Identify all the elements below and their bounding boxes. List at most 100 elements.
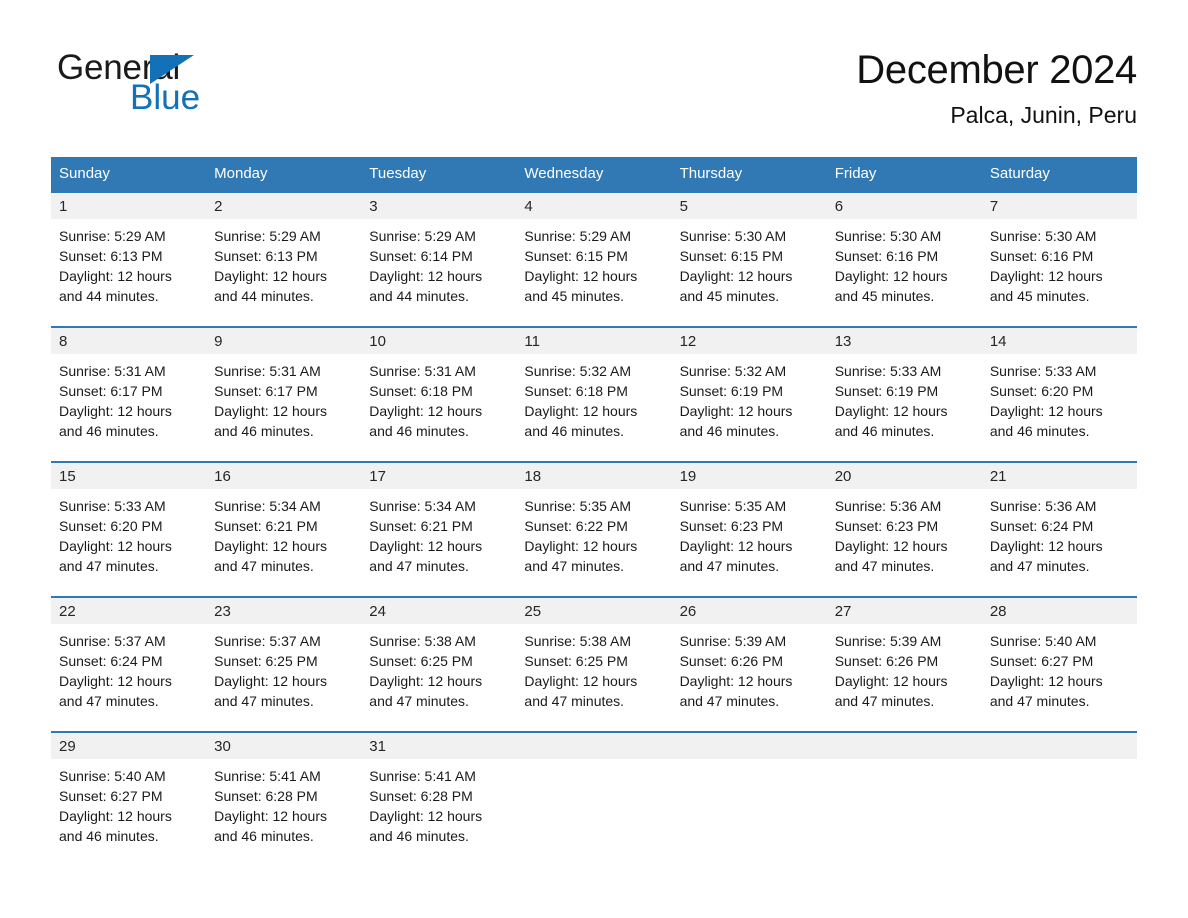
calendar-day-cell[interactable]: 28 Sunrise: 5:40 AM Sunset: 6:27 PM Dayligh…	[981, 596, 1137, 732]
calendar-day-cell[interactable]: 14 Sunrise: 5:33 AM Sunset: 6:20 PM Dayligh…	[981, 326, 1137, 462]
sunset-text: Sunset: 6:21 PM	[214, 518, 318, 534]
daylight-text-line1: Daylight: 12 hours	[834, 403, 948, 419]
calendar-day-cell[interactable]: 26 Sunrise: 5:39 AM Sunset: 6:26 PM Dayligh…	[671, 596, 827, 732]
calendar-day-cell[interactable]: 19 Sunrise: 5:35 AM Sunset: 6:23 PM Dayligh…	[671, 461, 827, 597]
day-details: Sunrise: 5:29 AM Sunset: 6:14 PM Daylight:…	[361, 219, 516, 306]
calendar-day-cell[interactable]: 1 Sunrise: 5:29 AM Sunset: 6:13 PM Daylight…	[51, 191, 207, 327]
daylight-text-line2: and 46 minutes.	[679, 423, 780, 439]
calendar-day-cell[interactable]: 5 Sunrise: 5:30 AM Sunset: 6:15 PM Daylight…	[671, 191, 827, 327]
day-number: 7	[981, 193, 1137, 219]
calendar-day-cell[interactable]: 25 Sunrise: 5:38 AM Sunset: 6:25 PM Dayligh…	[516, 596, 672, 732]
calendar-day-cell[interactable]: 4 Sunrise: 5:29 AM Sunset: 6:15 PM Daylight…	[516, 191, 672, 327]
sunrise-text: Sunrise: 5:33 AM	[989, 363, 1097, 379]
sunset-text: Sunset: 6:24 PM	[989, 518, 1094, 534]
day-details: Sunrise: 5:40 AM Sunset: 6:27 PM Daylight:…	[982, 624, 1137, 711]
calendar-day-cell[interactable]: 6 Sunrise: 5:30 AM Sunset: 6:16 PM Daylight…	[826, 191, 982, 327]
sunset-text: Sunset: 6:27 PM	[989, 653, 1094, 669]
calendar-day-cell[interactable]: 10 Sunrise: 5:31 AM Sunset: 6:18 PM Dayligh…	[361, 326, 517, 462]
day-details: Sunrise: 5:41 AM Sunset: 6:28 PM Daylight:…	[206, 759, 361, 846]
day-details: Sunrise: 5:29 AM Sunset: 6:15 PM Daylight:…	[516, 219, 671, 306]
calendar-day-cell[interactable]: 13 Sunrise: 5:33 AM Sunset: 6:19 PM Dayligh…	[826, 326, 982, 462]
sunset-text: Sunset: 6:18 PM	[369, 383, 473, 399]
sunset-text: Sunset: 6:14 PM	[369, 248, 473, 264]
calendar-day-cell[interactable]: 7 Sunrise: 5:30 AM Sunset: 6:16 PM Daylight…	[981, 191, 1137, 327]
calendar-day-cell[interactable]: 18 Sunrise: 5:35 AM Sunset: 6:22 PM Dayligh…	[516, 461, 672, 597]
daylight-text-line1: Daylight: 12 hours	[524, 673, 638, 689]
daylight-text-line1: Daylight: 12 hours	[679, 403, 793, 419]
daylight-text-line1: Daylight: 12 hours	[369, 538, 483, 554]
sunrise-text: Sunrise: 5:34 AM	[214, 498, 321, 514]
calendar-day-cell[interactable]: 30 Sunrise: 5:41 AM Sunset: 6:28 PM Dayligh…	[206, 731, 362, 867]
daylight-text-line2: and 46 minutes.	[59, 423, 159, 439]
sunset-text: Sunset: 6:22 PM	[524, 518, 628, 534]
daylight-text-line2: and 46 minutes.	[59, 828, 159, 844]
day-details: Sunrise: 5:33 AM Sunset: 6:20 PM Daylight:…	[51, 489, 206, 576]
daylight-text-line2: and 47 minutes.	[214, 558, 314, 574]
sunset-text: Sunset: 6:28 PM	[214, 788, 318, 804]
day-details: Sunrise: 5:36 AM Sunset: 6:24 PM Daylight:…	[982, 489, 1137, 576]
general-blue-logo[interactable]: General Blue	[57, 50, 317, 122]
day-number: 13	[826, 328, 982, 354]
day-number: 26	[671, 598, 827, 624]
day-details: Sunrise: 5:31 AM Sunset: 6:17 PM Daylight:…	[51, 354, 206, 441]
calendar-day-cell[interactable]: 31 Sunrise: 5:41 AM Sunset: 6:28 PM Dayligh…	[361, 731, 517, 867]
calendar-day-cell[interactable]: 15 Sunrise: 5:33 AM Sunset: 6:20 PM Dayligh…	[51, 461, 207, 597]
calendar-day-cell[interactable]: 11 Sunrise: 5:32 AM Sunset: 6:18 PM Dayligh…	[516, 326, 672, 462]
day-details: Sunrise: 5:41 AM Sunset: 6:28 PM Daylight:…	[361, 759, 516, 846]
daylight-text-line2: and 47 minutes.	[834, 558, 935, 574]
calendar-day-cell[interactable]: 17 Sunrise: 5:34 AM Sunset: 6:21 PM Dayligh…	[361, 461, 517, 597]
day-number	[981, 733, 1137, 759]
daylight-text-line2: and 47 minutes.	[989, 693, 1090, 709]
day-number: 15	[51, 463, 207, 489]
daylight-text-line2: and 46 minutes.	[369, 423, 469, 439]
daylight-text-line2: and 47 minutes.	[59, 693, 159, 709]
weekday-header-thursday: Thursday	[671, 157, 827, 192]
daylight-text-line2: and 44 minutes.	[369, 288, 469, 304]
calendar-day-cell[interactable]: 22 Sunrise: 5:37 AM Sunset: 6:24 PM Dayligh…	[51, 596, 207, 732]
calendar-week-row: 29 Sunrise: 5:40 AM Sunset: 6:27 PM Dayligh…	[51, 731, 1137, 867]
calendar-week-row: 1 Sunrise: 5:29 AM Sunset: 6:13 PM Daylight…	[51, 191, 1137, 327]
daylight-text-line1: Daylight: 12 hours	[679, 673, 793, 689]
calendar-day-cell[interactable]: 16 Sunrise: 5:34 AM Sunset: 6:21 PM Dayligh…	[206, 461, 362, 597]
day-number: 25	[516, 598, 672, 624]
sunrise-text: Sunrise: 5:35 AM	[679, 498, 787, 514]
day-number: 3	[361, 193, 517, 219]
sunset-text: Sunset: 6:16 PM	[834, 248, 939, 264]
sunrise-text: Sunrise: 5:29 AM	[369, 228, 476, 244]
daylight-text-line2: and 45 minutes.	[524, 288, 625, 304]
calendar-day-cell[interactable]: 3 Sunrise: 5:29 AM Sunset: 6:14 PM Daylight…	[361, 191, 517, 327]
page-header: General Blue December 2024 Palca, Junin,…	[0, 0, 1188, 128]
sunrise-text: Sunrise: 5:30 AM	[679, 228, 787, 244]
calendar-day-cell[interactable]: 12 Sunrise: 5:32 AM Sunset: 6:19 PM Dayligh…	[671, 326, 827, 462]
daylight-text-line2: and 47 minutes.	[679, 693, 780, 709]
day-number: 4	[516, 193, 672, 219]
calendar-day-cell[interactable]: 2 Sunrise: 5:29 AM Sunset: 6:13 PM Daylight…	[206, 191, 362, 327]
calendar-day-cell[interactable]: 23 Sunrise: 5:37 AM Sunset: 6:25 PM Dayligh…	[206, 596, 362, 732]
calendar-day-cell[interactable]: 20 Sunrise: 5:36 AM Sunset: 6:23 PM Dayligh…	[826, 461, 982, 597]
sunset-text: Sunset: 6:20 PM	[989, 383, 1094, 399]
day-number: 29	[51, 733, 207, 759]
calendar-day-cell[interactable]: 9 Sunrise: 5:31 AM Sunset: 6:17 PM Daylight…	[206, 326, 362, 462]
daylight-text-line1: Daylight: 12 hours	[679, 538, 793, 554]
calendar-day-cell[interactable]: 21 Sunrise: 5:36 AM Sunset: 6:24 PM Dayligh…	[981, 461, 1137, 597]
sunrise-text: Sunrise: 5:40 AM	[989, 633, 1097, 649]
calendar-week-row: 22 Sunrise: 5:37 AM Sunset: 6:24 PM Dayligh…	[51, 596, 1137, 732]
sunset-text: Sunset: 6:19 PM	[834, 383, 939, 399]
daylight-text-line1: Daylight: 12 hours	[59, 808, 172, 824]
sunset-text: Sunset: 6:26 PM	[679, 653, 784, 669]
day-details: Sunrise: 5:30 AM Sunset: 6:16 PM Daylight:…	[982, 219, 1137, 306]
sunrise-text: Sunrise: 5:41 AM	[214, 768, 321, 784]
daylight-text-line2: and 47 minutes.	[989, 558, 1090, 574]
calendar-day-cell[interactable]: 24 Sunrise: 5:38 AM Sunset: 6:25 PM Dayligh…	[361, 596, 517, 732]
calendar-day-cell[interactable]: 27 Sunrise: 5:39 AM Sunset: 6:26 PM Dayligh…	[826, 596, 982, 732]
calendar-day-cell[interactable]: 8 Sunrise: 5:31 AM Sunset: 6:17 PM Daylight…	[51, 326, 207, 462]
weekday-header-sunday: Sunday	[51, 157, 207, 192]
calendar-day-cell[interactable]: 29 Sunrise: 5:40 AM Sunset: 6:27 PM Dayligh…	[51, 731, 207, 867]
day-number: 16	[206, 463, 362, 489]
day-number: 20	[826, 463, 982, 489]
day-details: Sunrise: 5:38 AM Sunset: 6:25 PM Daylight:…	[361, 624, 516, 711]
weekday-header-tuesday: Tuesday	[361, 157, 517, 192]
sunrise-text: Sunrise: 5:29 AM	[524, 228, 632, 244]
daylight-text-line1: Daylight: 12 hours	[59, 403, 172, 419]
day-details: Sunrise: 5:31 AM Sunset: 6:18 PM Daylight:…	[361, 354, 516, 441]
